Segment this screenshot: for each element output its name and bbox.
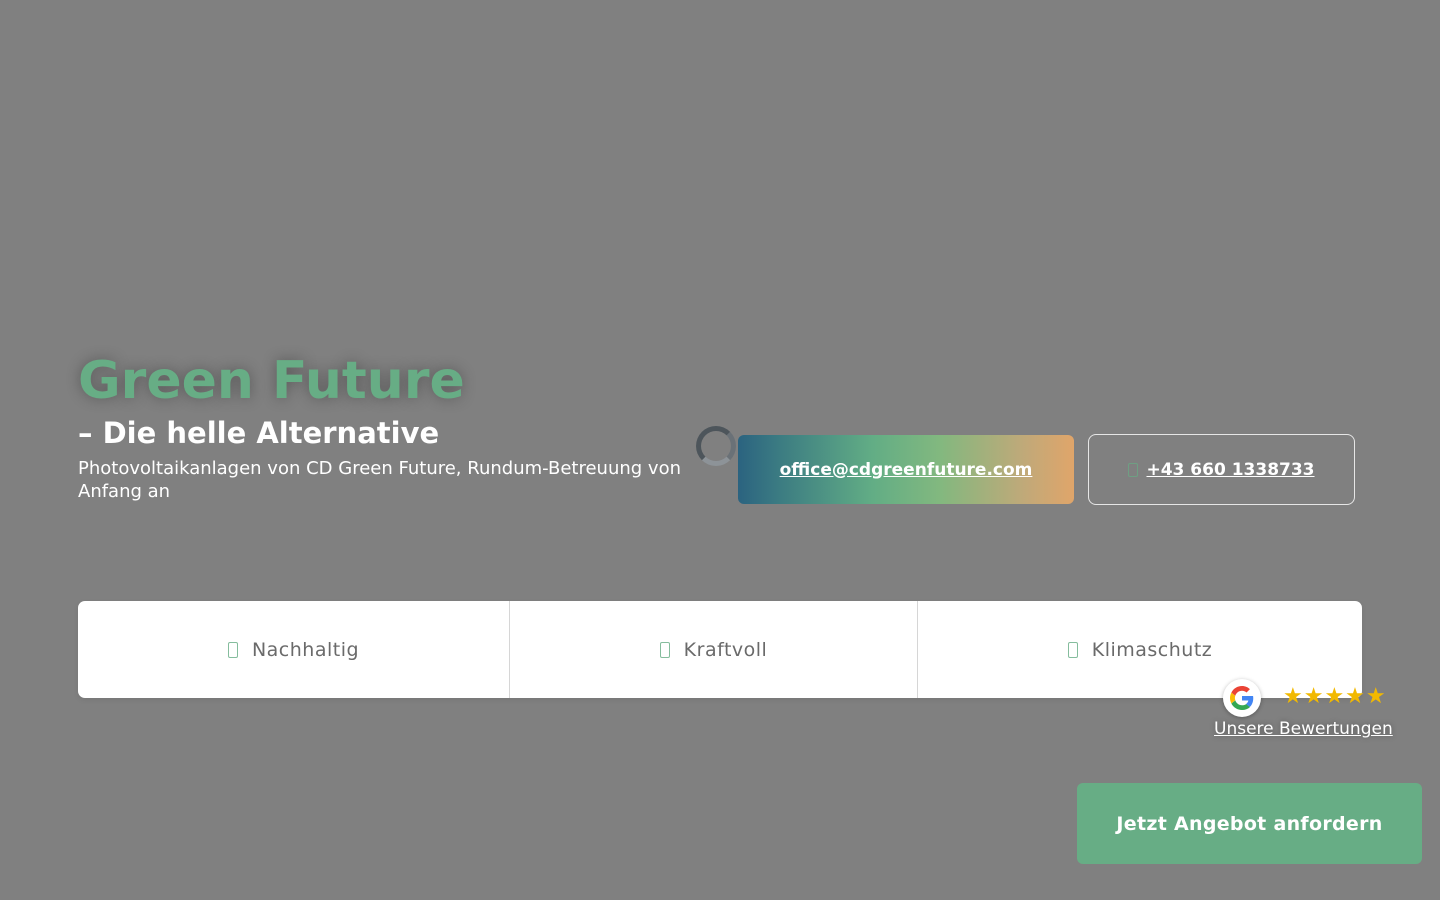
email-button[interactable]: office@cdgreenfuture.com xyxy=(738,435,1074,504)
email-label: office@cdgreenfuture.com xyxy=(779,459,1033,480)
reviews-link[interactable]: Unsere Bewertungen xyxy=(1214,719,1393,739)
hero-title: Green Future xyxy=(78,351,465,411)
loading-spinner-icon xyxy=(696,426,736,466)
hero-subtitle: – Die helle Alternative xyxy=(78,416,440,450)
phone-icon xyxy=(1128,462,1139,477)
feature-item-nachhaltig: Nachhaltig xyxy=(78,601,509,698)
phone-label: +43 660 1338733 xyxy=(1146,459,1315,480)
feature-label: Kraftvoll xyxy=(683,638,768,661)
google-logo-icon xyxy=(1223,679,1261,717)
request-offer-button[interactable]: Jetzt Angebot anfordern xyxy=(1077,783,1422,864)
feature-item-kraftvoll: Kraftvoll xyxy=(509,601,917,698)
feature-label: Klimaschutz xyxy=(1091,638,1213,661)
features-bar: Nachhaltig Kraftvoll Klimaschutz xyxy=(78,601,1362,698)
request-offer-label: Jetzt Angebot anfordern xyxy=(1116,812,1383,835)
leaf-icon xyxy=(227,641,238,658)
rating-stars: ★★★★★ xyxy=(1283,684,1387,709)
phone-button[interactable]: +43 660 1338733 xyxy=(1088,434,1355,505)
hero-description: Photovoltaikanlagen von CD Green Future,… xyxy=(78,458,681,502)
bolt-icon xyxy=(659,641,670,658)
globe-icon xyxy=(1067,641,1078,658)
feature-label: Nachhaltig xyxy=(251,638,360,661)
